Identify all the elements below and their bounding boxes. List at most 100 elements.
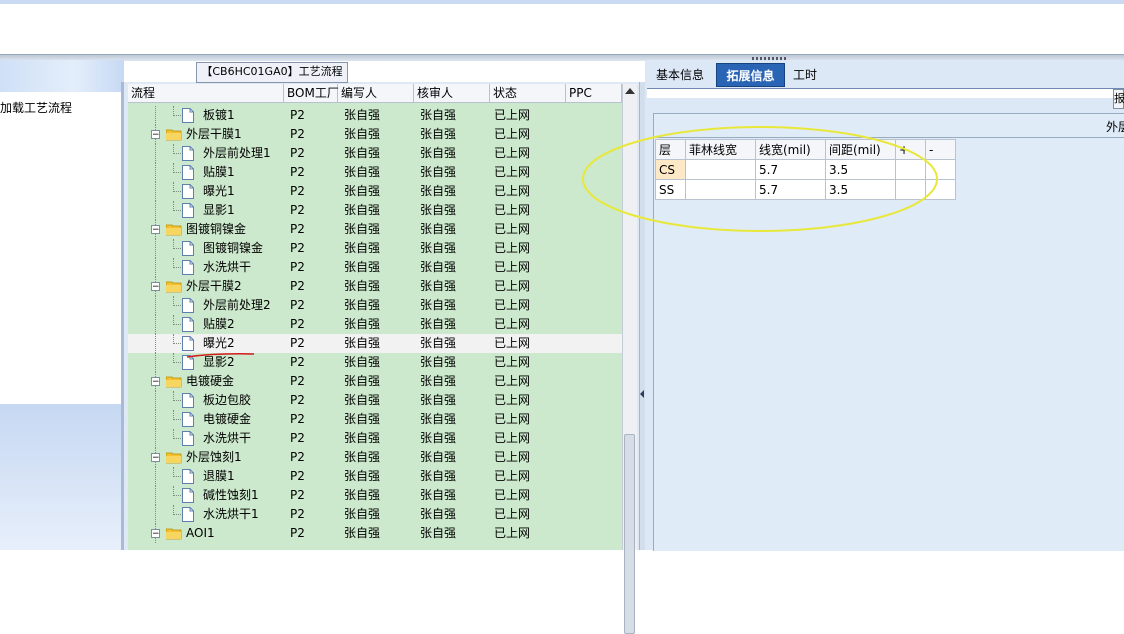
load-process-item[interactable]: 加载工艺流程 — [0, 92, 121, 149]
table-row[interactable]: 显影1 P2 张自强 张自强 已上网 — [128, 201, 622, 220]
folder-icon — [165, 280, 182, 293]
tree-line — [173, 476, 181, 477]
tree-line — [155, 467, 156, 486]
table-row[interactable]: − AOI1 P2 张自强 张自强 已上网 — [128, 524, 622, 543]
splitter-arrow-icon[interactable] — [640, 390, 644, 398]
writer: 张自强 — [344, 298, 381, 312]
document-icon — [182, 393, 194, 408]
tree-line — [173, 115, 181, 116]
table-row[interactable]: 水洗烘干1 P2 张自强 张自强 已上网 — [128, 505, 622, 524]
status: 已上网 — [494, 393, 531, 407]
table-row[interactable]: 曝光2 P2 张自强 张自强 已上网 — [128, 334, 622, 353]
writer: 张自强 — [344, 450, 381, 464]
writer: 张自强 — [344, 374, 381, 388]
right-edge-button[interactable]: 报 — [1113, 89, 1124, 109]
tree-line — [155, 315, 156, 334]
table-row[interactable]: − 外层蚀刻1 P2 张自强 张自强 已上网 — [128, 448, 622, 467]
tab-work-hours[interactable]: 工时 — [789, 63, 821, 87]
collapse-icon[interactable]: − — [151, 282, 160, 292]
table-row[interactable]: 外层前处理2 P2 张自强 张自强 已上网 — [128, 296, 622, 315]
col-reviewer[interactable]: 核审人 — [414, 84, 490, 102]
tree-line — [173, 438, 181, 439]
table-row[interactable]: 电镀硬金 P2 张自强 张自强 已上网 — [128, 410, 622, 429]
tree-line — [173, 172, 181, 173]
reviewer: 张自强 — [420, 526, 457, 540]
reviewer: 张自强 — [420, 488, 457, 502]
tab-basic-info[interactable]: 基本信息 — [649, 63, 711, 87]
reviewer: 张自强 — [420, 507, 457, 521]
table-row[interactable]: 板边包胶 P2 张自强 张自强 已上网 — [128, 391, 622, 410]
writer: 张自强 — [344, 507, 381, 521]
collapse-icon[interactable]: − — [151, 130, 160, 140]
writer: 张自强 — [344, 488, 381, 502]
table-row[interactable]: 板镀1 P2 张自强 张自强 已上网 — [128, 106, 622, 125]
reviewer: 张自强 — [420, 279, 457, 293]
writer: 张自强 — [344, 526, 381, 540]
process-group-name: 外层干膜1 — [186, 127, 242, 141]
collapse-icon[interactable]: − — [151, 225, 160, 235]
folder-icon — [165, 375, 182, 388]
table-row[interactable]: 曝光1 P2 张自强 张自强 已上网 — [128, 182, 622, 201]
tree-line — [173, 324, 181, 325]
collapse-icon[interactable]: − — [151, 377, 160, 387]
col-status[interactable]: 状态 — [490, 84, 566, 102]
process-tree-grid[interactable]: 流程 BOM工厂 编写人 核审人 状态 PPC 板镀1 P2 张自强 张自强 已上网 − 外层干膜1 P… — [128, 84, 622, 550]
writer: 张自强 — [344, 108, 381, 122]
collapse-icon[interactable]: − — [151, 529, 160, 539]
process-step-name: 水洗烘干 — [203, 260, 252, 274]
process-group-name: 外层干膜2 — [186, 279, 242, 293]
process-group-name: AOI1 — [186, 526, 215, 540]
table-row[interactable]: 贴膜1 P2 张自强 张自强 已上网 — [128, 163, 622, 182]
reviewer: 张自强 — [420, 431, 457, 445]
writer: 张自强 — [344, 412, 381, 426]
table-row[interactable]: − 图镀铜镍金 P2 张自强 张自强 已上网 — [128, 220, 622, 239]
table-row[interactable]: 贴膜2 P2 张自强 张自强 已上网 — [128, 315, 622, 334]
toolbar-area — [0, 4, 1124, 54]
table-row[interactable]: − 电镀硬金 P2 张自强 张自强 已上网 — [128, 372, 622, 391]
col-bom-factory[interactable]: BOM工厂 — [284, 84, 339, 102]
tab-extended-info[interactable]: 拓展信息 — [716, 63, 785, 87]
reviewer: 张自强 — [420, 393, 457, 407]
writer: 张自强 — [344, 146, 381, 160]
tree-line — [155, 201, 156, 220]
tree-line — [155, 182, 156, 201]
bom-factory: P2 — [290, 336, 305, 350]
process-group-name: 图镀铜镍金 — [186, 222, 247, 236]
tree-line — [155, 353, 156, 372]
col-ppc[interactable]: PPC — [566, 84, 622, 102]
reviewer: 张自强 — [420, 412, 457, 426]
writer: 张自强 — [344, 393, 381, 407]
process-step-name: 贴膜1 — [203, 165, 235, 179]
document-icon — [182, 469, 194, 484]
bom-factory: P2 — [290, 222, 305, 236]
grid-header: 流程 BOM工厂 编写人 核审人 状态 PPC — [128, 84, 622, 103]
table-row[interactable]: 水洗烘干 P2 张自强 张自强 已上网 — [128, 429, 622, 448]
bom-factory: P2 — [290, 450, 305, 464]
bom-factory: P2 — [290, 488, 305, 502]
table-row[interactable]: − 外层干膜1 P2 张自强 张自强 已上网 — [128, 125, 622, 144]
scroll-up-icon[interactable] — [625, 88, 635, 94]
table-row[interactable]: 图镀铜镍金 P2 张自强 张自强 已上网 — [128, 239, 622, 258]
tree-line — [173, 495, 181, 496]
col-process[interactable]: 流程 — [128, 84, 284, 102]
table-row[interactable]: 退膜1 P2 张自强 张自强 已上网 — [128, 467, 622, 486]
document-icon — [182, 488, 194, 503]
process-group-name: 外层蚀刻1 — [186, 450, 242, 464]
writer: 张自强 — [344, 127, 381, 141]
table-row[interactable]: 外层前处理1 P2 张自强 张自强 已上网 — [128, 144, 622, 163]
status: 已上网 — [494, 165, 531, 179]
document-icon — [182, 260, 194, 275]
bom-factory: P2 — [290, 317, 305, 331]
collapse-icon[interactable]: − — [151, 453, 160, 463]
table-row[interactable]: 水洗烘干 P2 张自强 张自强 已上网 — [128, 258, 622, 277]
writer: 张自强 — [344, 203, 381, 217]
reviewer: 张自强 — [420, 127, 457, 141]
table-row[interactable]: 碱性蚀刻1 P2 张自强 张自强 已上网 — [128, 486, 622, 505]
scroll-thumb[interactable] — [624, 434, 635, 634]
status: 已上网 — [494, 279, 531, 293]
table-row[interactable]: − 外层干膜2 P2 张自强 张自强 已上网 — [128, 277, 622, 296]
tree-line — [173, 514, 181, 515]
tree-line — [155, 163, 156, 182]
document-icon — [182, 146, 194, 161]
col-writer[interactable]: 编写人 — [338, 84, 414, 102]
